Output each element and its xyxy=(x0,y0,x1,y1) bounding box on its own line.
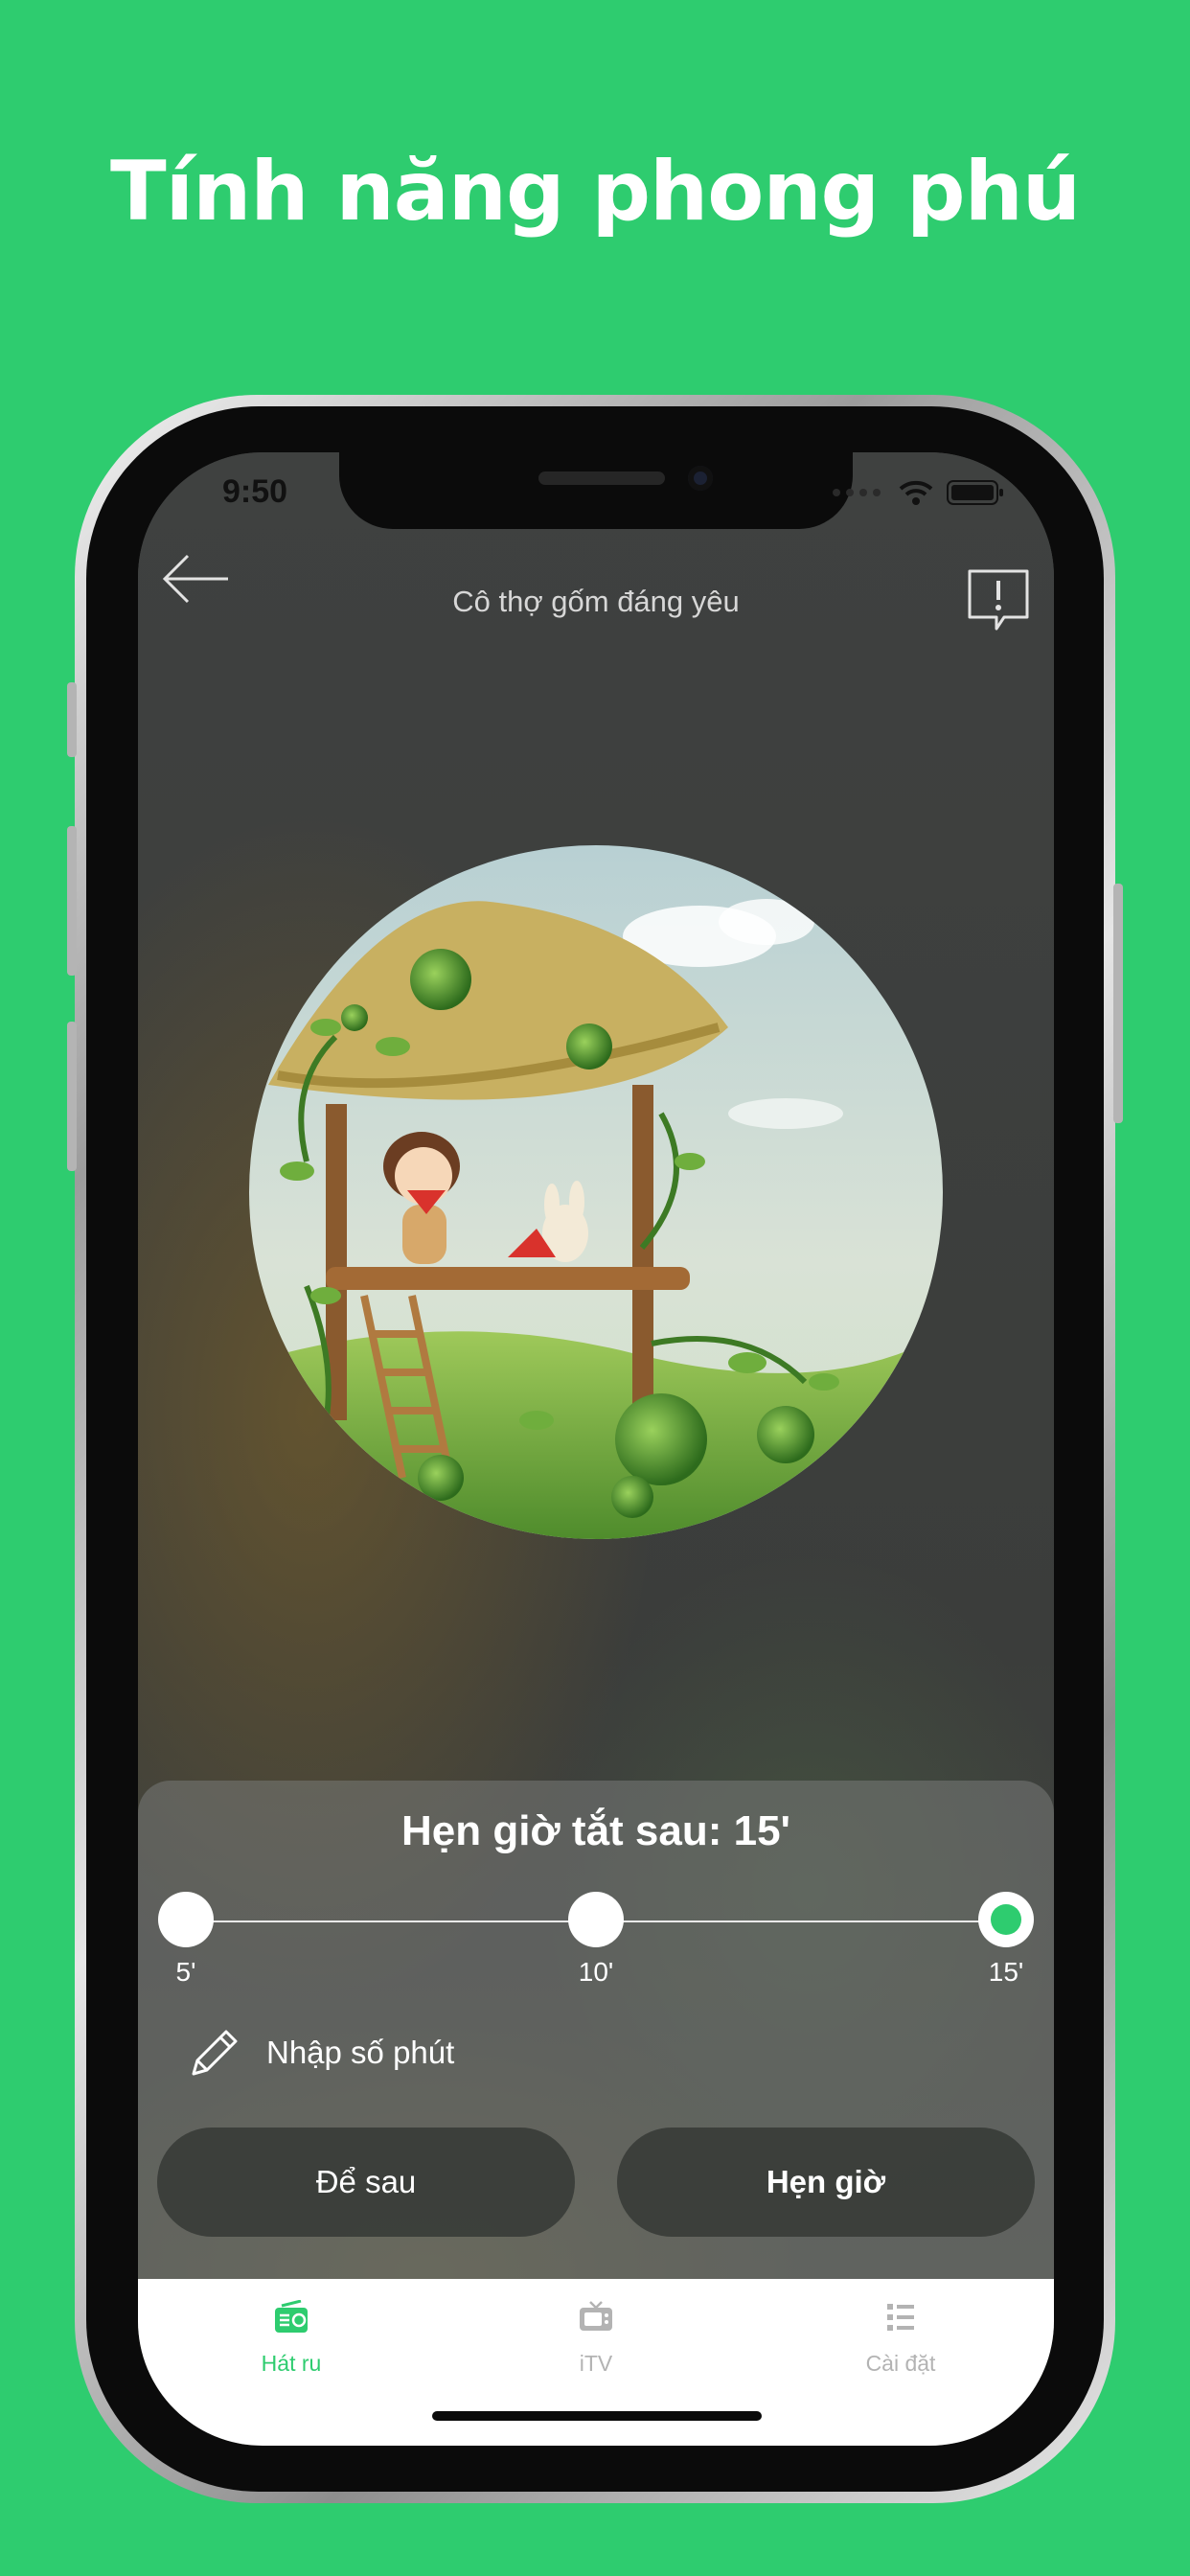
tv-icon xyxy=(580,2301,612,2331)
tab-label: Cài đặt xyxy=(865,2351,936,2376)
volume-up-button xyxy=(67,826,77,976)
set-timer-button[interactable]: Hẹn giờ xyxy=(617,2128,1035,2237)
artwork-illustration xyxy=(249,845,943,1539)
tab-hat-ru[interactable]: Hát ru xyxy=(195,2299,387,2377)
volume-down-button xyxy=(67,1022,77,1171)
battery-icon xyxy=(947,480,1003,505)
status-icons xyxy=(832,479,1004,506)
timer-option-10[interactable] xyxy=(568,1892,624,1947)
timer-tick-label: 10' xyxy=(578,1957,614,1987)
song-title: Cô thợ gốm đáng yêu xyxy=(452,585,740,618)
front-camera xyxy=(688,466,713,491)
tab-label: iTV xyxy=(579,2351,613,2376)
tab-label: Hát ru xyxy=(261,2351,322,2376)
signal-dots-icon xyxy=(833,489,881,496)
home-indicator[interactable] xyxy=(432,2411,762,2421)
radio-icon xyxy=(275,2299,308,2333)
timer-tick-label: 5' xyxy=(175,1957,196,1987)
manual-minutes-label: Nhập số phút xyxy=(266,2035,455,2070)
song-artwork xyxy=(249,845,943,1539)
settings-list-icon xyxy=(887,2304,914,2331)
phone-screen: 9:50 Cô thợ gốm đáng yêu Hẹn giờ tắt sau… xyxy=(138,452,1054,2446)
power-button xyxy=(1113,884,1123,1123)
timer-option-15[interactable] xyxy=(978,1892,1034,1947)
sleep-timer-sheet: Hẹn giờ tắt sau: 15' 5' 10' 15' Nhập số … xyxy=(138,1781,1054,2279)
tab-itv[interactable]: iTV xyxy=(500,2300,692,2377)
manual-minutes-entry[interactable]: Nhập số phút xyxy=(186,2024,454,2082)
timer-title: Hẹn giờ tắt sau: 15' xyxy=(400,1807,791,1854)
promo-headline: Tính năng phong phú xyxy=(109,144,1081,240)
later-button[interactable]: Để sau xyxy=(157,2128,575,2237)
tab-cai-dat[interactable]: Cài đặt xyxy=(805,2300,996,2377)
notch xyxy=(339,452,853,529)
timer-option-5[interactable] xyxy=(158,1892,214,1947)
silent-switch xyxy=(67,682,77,757)
report-button[interactable] xyxy=(964,565,1033,634)
status-time: 9:50 xyxy=(222,473,288,510)
report-bubble-icon xyxy=(968,569,1029,631)
speaker-grill xyxy=(538,472,665,485)
wifi-icon xyxy=(899,480,933,505)
pencil-icon xyxy=(192,2030,238,2076)
timer-tick-label: 15' xyxy=(988,1957,1024,1987)
